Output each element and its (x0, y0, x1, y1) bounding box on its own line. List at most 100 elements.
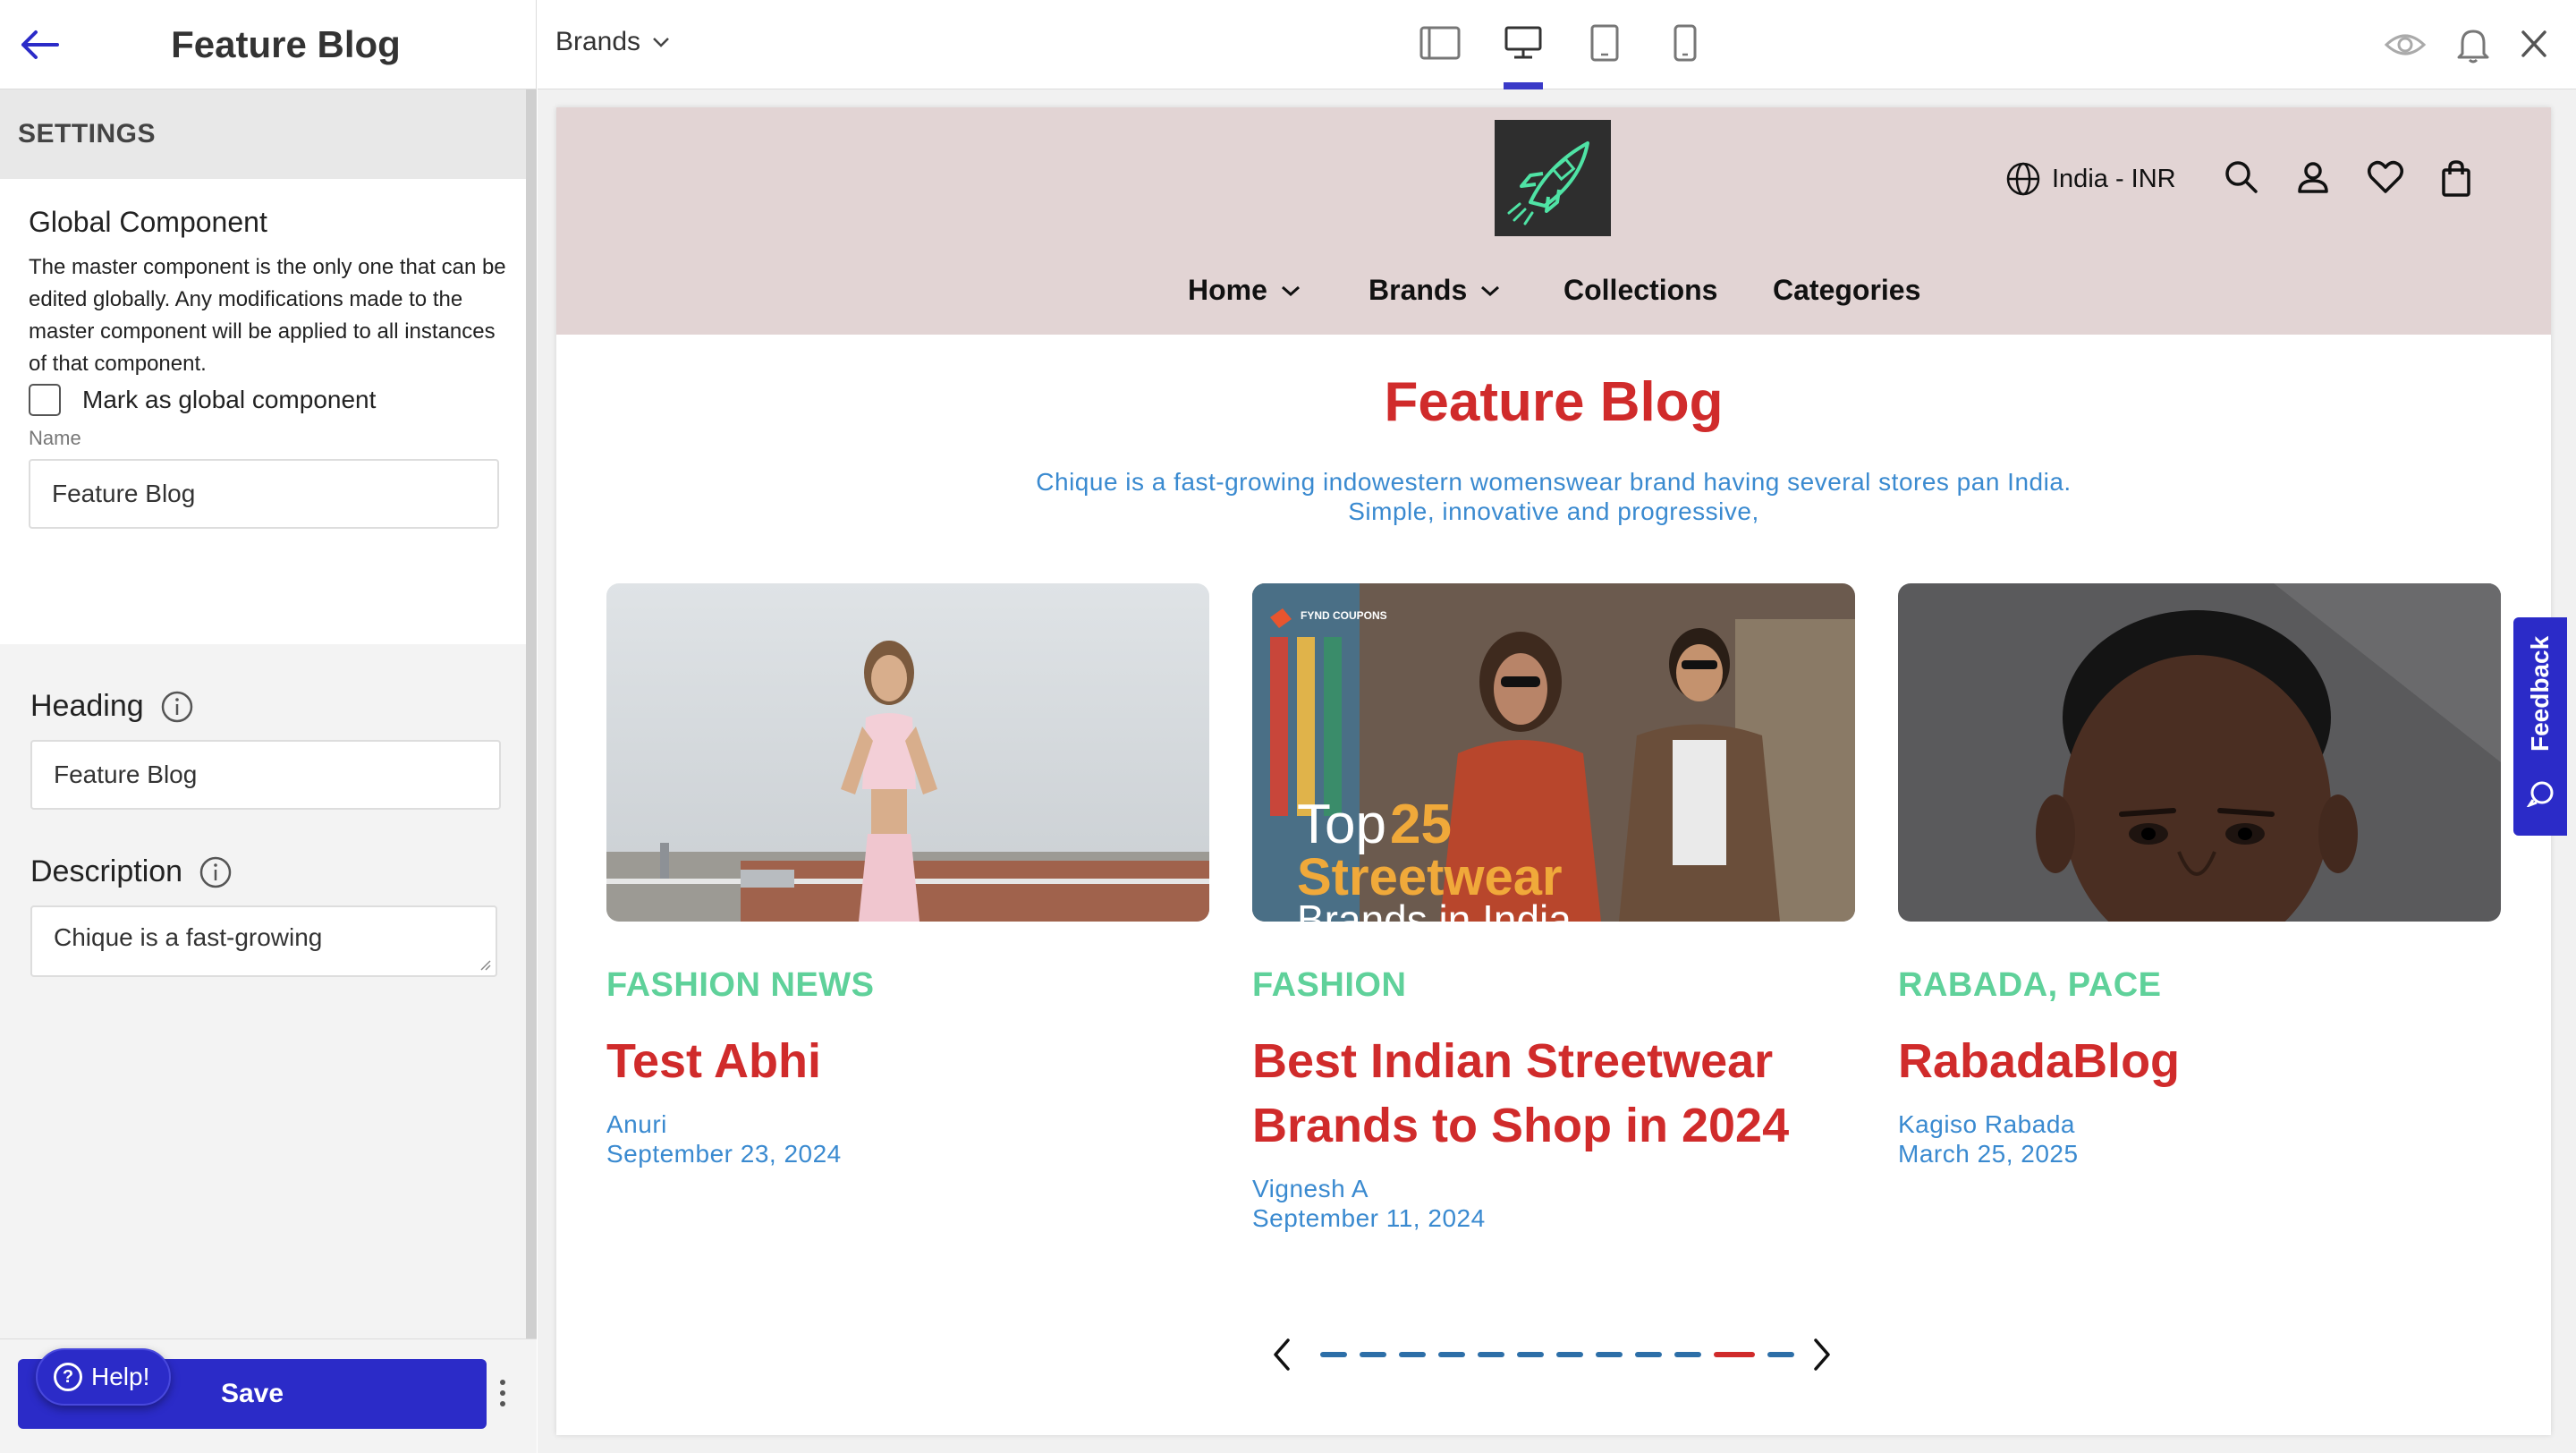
nav-item-brands[interactable]: Brands (1368, 274, 1501, 307)
sidebar-header: Feature Blog (0, 0, 536, 89)
global-component-checkbox[interactable] (29, 384, 61, 416)
nav-item-categories[interactable]: Categories (1773, 274, 1920, 307)
brand-dropdown[interactable]: Brands (555, 27, 671, 57)
carousel-dot[interactable] (1320, 1352, 1347, 1357)
carousel-dot[interactable] (1438, 1352, 1465, 1357)
help-icon: ? (54, 1363, 82, 1391)
blog-card[interactable]: FYND COUPONS Top 25 Streetwear Brands in… (1252, 583, 1855, 922)
heading-label: Heading (30, 689, 144, 723)
nav-item-brands-label: Brands (1368, 274, 1468, 306)
blog-card[interactable] (606, 583, 1209, 922)
carousel-dot[interactable] (1674, 1352, 1701, 1357)
rocket-logo-icon (1495, 120, 1611, 236)
resize-grip-icon[interactable] (478, 957, 492, 972)
blog-card-title[interactable]: Best Indian Streetwear Brands to Shop in… (1252, 1029, 1860, 1158)
brand-dropdown-label: Brands (555, 27, 641, 56)
feature-blog-description: Chique is a fast-growing indowestern wom… (556, 467, 2551, 526)
help-label: Help! (91, 1363, 150, 1390)
carousel-dot[interactable] (1478, 1352, 1504, 1357)
carousel-dot-active[interactable] (1714, 1352, 1755, 1357)
carousel-pagination (556, 1331, 2551, 1376)
blog-card-category: FASHION NEWS (606, 966, 875, 1004)
blog-card[interactable] (1898, 583, 2501, 922)
feature-blog-title: Feature Blog (1384, 371, 1724, 433)
user-icon[interactable] (2295, 159, 2331, 195)
image-brand-text: FYND COUPONS (1301, 609, 1387, 622)
heading-input[interactable]: Feature Blog (30, 740, 501, 810)
chevron-down-icon (1481, 285, 1500, 296)
sidebar-title: Feature Blog (171, 23, 401, 65)
chat-bubble-icon (2526, 781, 2554, 807)
streetwear-photo-image: FYND COUPONS Top 25 Streetwear Brands in… (1252, 583, 1855, 922)
carousel-dot[interactable] (1399, 1352, 1426, 1357)
bag-icon[interactable] (2440, 159, 2472, 197)
carousel-dot[interactable] (1767, 1352, 1794, 1357)
description-textarea-value: Chique is a fast-growing (54, 923, 323, 951)
feedback-tab[interactable]: Feedback (2513, 617, 2567, 836)
nav-item-categories-label: Categories (1773, 274, 1921, 306)
blog-card-category: FASHION (1252, 966, 1407, 1004)
blog-card-author: Kagiso Rabada (1898, 1110, 2075, 1138)
carousel-dot[interactable] (1360, 1352, 1386, 1357)
name-input[interactable]: Feature Blog (29, 459, 499, 529)
blog-card-date: March 25, 2025 (1898, 1140, 2079, 1168)
eye-icon[interactable] (2384, 25, 2427, 64)
portrait-photo-image (1898, 583, 2501, 922)
blog-card-title[interactable]: Test Abhi (606, 1029, 1215, 1093)
description-info-icon[interactable] (199, 855, 233, 889)
blog-card-image[interactable] (1898, 583, 2501, 922)
global-component-panel: Global Component The master component is… (0, 179, 536, 644)
carousel-dot[interactable] (1556, 1352, 1583, 1357)
blog-card-title[interactable]: RabadaBlog (1898, 1029, 2506, 1093)
nav-item-home[interactable]: Home (1188, 274, 1301, 307)
locale-selector[interactable]: India - INR (2005, 161, 2176, 197)
storefront-preview: India - INR Home Brands Collections Cate… (556, 107, 2551, 1435)
fashion-photo-image (606, 583, 1209, 922)
global-component-description: The master component is the only one tha… (29, 255, 506, 376)
blog-card-meta: Anuri September 23, 2024 (606, 1109, 842, 1168)
name-field-label: Name (29, 427, 81, 449)
settings-sidebar: Feature Blog SETTINGS Global Component T… (0, 0, 537, 1453)
sidebar-scrollbar[interactable] (526, 89, 537, 1342)
locale-label: India - INR (2052, 164, 2176, 193)
blog-card-meta: Kagiso Rabada March 25, 2025 (1898, 1109, 2079, 1168)
blog-card-author: Anuri (606, 1110, 667, 1138)
image-headline-top: Top (1297, 794, 1386, 855)
help-button[interactable]: ? Help! (36, 1348, 172, 1406)
carousel-dot[interactable] (1517, 1352, 1544, 1357)
close-icon[interactable] (2516, 25, 2552, 64)
settings-section-label: SETTINGS (0, 89, 536, 179)
mobile-icon[interactable] (1672, 23, 1699, 63)
heart-icon[interactable] (2367, 159, 2404, 195)
heading-info-icon[interactable] (160, 690, 194, 724)
global-component-heading: Global Component (29, 206, 267, 238)
chevron-down-icon (653, 38, 669, 47)
blog-card-image[interactable] (606, 583, 1209, 922)
description-section: Description Chique is a fast-growing (0, 854, 536, 977)
feedback-label: Feedback (2526, 635, 2554, 752)
global-component-checkbox-label[interactable]: Mark as global component (82, 386, 376, 414)
heading-section: Heading Feature Blog (0, 689, 536, 810)
nav-item-home-label: Home (1188, 274, 1267, 306)
site-logo[interactable] (1495, 120, 1611, 236)
carousel-dot[interactable] (1596, 1352, 1623, 1357)
carousel-dot[interactable] (1635, 1352, 1662, 1357)
search-icon[interactable] (2224, 159, 2259, 195)
feature-blog-description-line1: Chique is a fast-growing indowestern wom… (1036, 468, 2072, 496)
feature-blog-description-line2: Simple, innovative and progressive, (1348, 497, 1759, 525)
more-options-icon[interactable] (499, 1377, 506, 1409)
chevron-right-icon[interactable] (1809, 1337, 1835, 1372)
desktop-icon[interactable] (1504, 23, 1543, 63)
blog-card-image[interactable]: FYND COUPONS Top 25 Streetwear Brands in… (1252, 583, 1855, 922)
description-textarea[interactable]: Chique is a fast-growing (30, 905, 497, 977)
tablet-landscape-icon[interactable] (1419, 23, 1462, 63)
nav-item-collections[interactable]: Collections (1563, 274, 1717, 307)
tablet-icon[interactable] (1589, 23, 1621, 63)
global-component-checkbox-row[interactable]: Mark as global component (29, 384, 507, 416)
bell-icon[interactable] (2455, 25, 2491, 64)
chevron-left-icon[interactable] (1268, 1337, 1295, 1372)
description-label: Description (30, 854, 183, 888)
globe-icon (2006, 162, 2040, 196)
blog-card-date: September 23, 2024 (606, 1140, 842, 1168)
site-header: India - INR Home Brands Collections Cate… (556, 107, 2551, 335)
